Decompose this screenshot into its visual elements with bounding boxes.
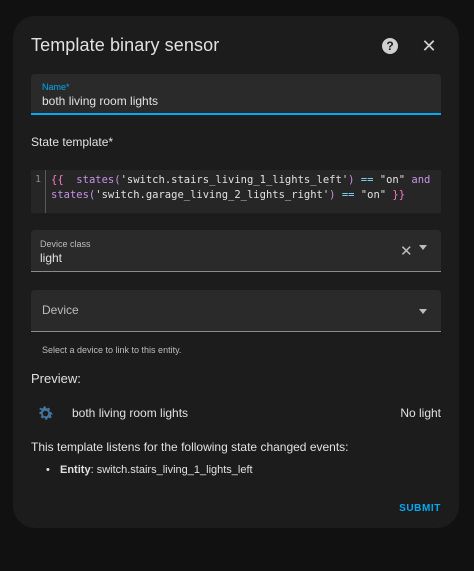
code-op-1: == [354,174,380,186]
device-helper-text: Select a device to link to this entity. [42,345,182,355]
code-arg-1: 'switch.stairs_living_1_lights_left' [120,174,349,186]
close-icon[interactable]: ✕ [420,37,438,55]
code-val-1: "on" [379,174,406,186]
code-lines[interactable]: {{ states('switch.stairs_living_1_lights… [51,173,430,203]
list-item: Entity: switch.stairs_living_1_lights_le… [60,464,253,476]
code-val-2: "on" [360,189,387,201]
dialog-title: Template binary sensor [31,35,220,55]
code-op-2: == [335,189,361,201]
submit-button[interactable]: SUBMIT [399,503,441,514]
device-select[interactable]: Device [31,290,441,332]
line-number: 1 [31,170,46,213]
dropdown-arrow-icon[interactable] [419,245,427,250]
template-binary-sensor-dialog: Template binary sensor ? ✕ Name* both li… [13,16,459,528]
help-icon[interactable]: ? [382,38,398,54]
state-template-label: State template* [31,135,114,149]
code-fn-1: states( [63,174,121,186]
device-placeholder: Device [42,303,79,317]
preview-entity-state: No light [400,406,441,420]
device-class-value: light [40,251,63,265]
code-open-brace: {{ [51,174,64,186]
list-bullet: • [46,464,50,476]
state-template-editor[interactable]: 1 {{ states('switch.stairs_living_1_ligh… [31,170,441,213]
code-close-brace: }} [386,189,406,201]
name-field[interactable]: Name* both living room lights [31,74,441,115]
event-value: switch.stairs_living_1_lights_left [96,464,253,476]
device-class-label: Device class [40,239,91,249]
listens-text: This template listens for the following … [31,440,349,454]
name-field-value[interactable]: both living room lights [42,94,158,108]
device-class-select[interactable]: Device class light ✕ [31,230,441,272]
gear-icon [39,406,53,420]
preview-entity-name[interactable]: both living room lights [72,406,188,420]
code-fn-2: states( [51,189,96,201]
code-arg-2: 'switch.garage_living_2_lights_right' [95,189,330,201]
event-type: Entity [60,464,91,476]
name-field-label: Name* [42,82,70,92]
preview-label: Preview: [31,371,81,386]
clear-icon[interactable]: ✕ [400,242,413,260]
dropdown-arrow-icon[interactable] [419,309,427,314]
code-and: and [405,174,431,186]
